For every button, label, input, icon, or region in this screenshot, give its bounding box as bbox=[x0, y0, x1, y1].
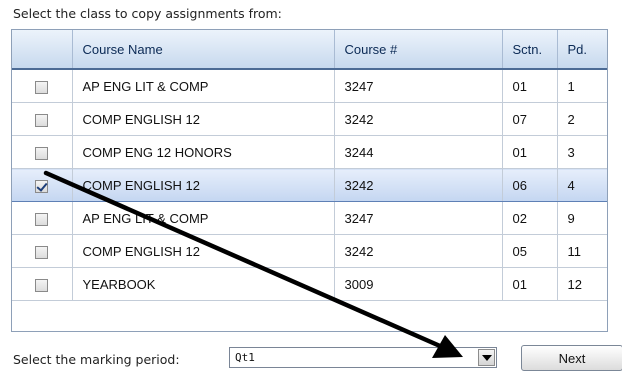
course-name-cell: AP ENG LIT & COMP bbox=[72, 69, 335, 103]
row-select-cell bbox=[12, 168, 73, 202]
period-cell: 9 bbox=[557, 201, 607, 235]
period-cell: 12 bbox=[557, 267, 607, 301]
course-name-cell: YEARBOOK bbox=[72, 267, 335, 301]
course-number-cell: 3244 bbox=[334, 135, 503, 169]
class-grid: Course Name Course # Sctn. Pd. AP ENG LI… bbox=[12, 30, 607, 301]
course-number-cell: 3247 bbox=[334, 201, 503, 235]
class-table: Course Name Course # Sctn. Pd. AP ENG LI… bbox=[11, 29, 608, 332]
row-select-cell bbox=[12, 135, 73, 169]
row-checkbox[interactable] bbox=[35, 212, 49, 226]
row-checkbox[interactable] bbox=[35, 146, 49, 160]
column-header-course-number[interactable]: Course # bbox=[334, 30, 503, 70]
course-number-cell: 3009 bbox=[334, 267, 503, 301]
row-select-cell bbox=[12, 267, 73, 301]
course-name-cell: AP ENG LIT & COMP bbox=[72, 201, 335, 235]
marking-period-select[interactable]: Qt1 bbox=[229, 347, 497, 368]
section-cell: 05 bbox=[502, 234, 558, 268]
table-row-selected[interactable]: COMP ENGLISH 12 3242 06 4 bbox=[12, 168, 607, 202]
table-row[interactable]: AP ENG LIT & COMP 3247 01 1 bbox=[12, 69, 607, 103]
section-cell: 02 bbox=[502, 201, 558, 235]
column-header-section[interactable]: Sctn. bbox=[502, 30, 558, 70]
course-name-cell: COMP ENGLISH 12 bbox=[72, 234, 335, 268]
section-cell: 07 bbox=[502, 102, 558, 136]
next-button[interactable]: Next bbox=[521, 345, 622, 371]
section-cell: 01 bbox=[502, 267, 558, 301]
period-cell: 2 bbox=[557, 102, 607, 136]
row-checkbox[interactable] bbox=[35, 80, 49, 94]
row-checkbox-checked[interactable] bbox=[35, 179, 49, 193]
table-row[interactable]: COMP ENG 12 HONORS 3244 01 3 bbox=[12, 135, 607, 169]
section-cell: 01 bbox=[502, 69, 558, 103]
course-number-cell: 3247 bbox=[334, 69, 503, 103]
period-cell: 11 bbox=[557, 234, 607, 268]
column-header-select bbox=[12, 30, 73, 70]
course-name-cell: COMP ENGLISH 12 bbox=[72, 102, 335, 136]
column-header-course-name[interactable]: Course Name bbox=[72, 30, 335, 70]
table-row[interactable]: YEARBOOK 3009 01 12 bbox=[12, 267, 607, 301]
row-select-cell bbox=[12, 69, 73, 103]
row-checkbox[interactable] bbox=[35, 113, 49, 127]
marking-period-value: Qt1 bbox=[235, 351, 255, 364]
course-number-cell: 3242 bbox=[334, 102, 503, 136]
column-header-period[interactable]: Pd. bbox=[557, 30, 607, 70]
row-select-cell bbox=[12, 102, 73, 136]
table-row[interactable]: COMP ENGLISH 12 3242 05 11 bbox=[12, 234, 607, 268]
table-row[interactable]: AP ENG LIT & COMP 3247 02 9 bbox=[12, 201, 607, 235]
row-checkbox[interactable] bbox=[35, 245, 49, 259]
section-cell: 06 bbox=[502, 168, 558, 202]
row-select-cell bbox=[12, 234, 73, 268]
row-select-cell bbox=[12, 201, 73, 235]
period-cell: 1 bbox=[557, 69, 607, 103]
header-row: Course Name Course # Sctn. Pd. bbox=[12, 30, 607, 70]
section-cell: 01 bbox=[502, 135, 558, 169]
course-number-cell: 3242 bbox=[334, 168, 503, 202]
course-name-cell: COMP ENGLISH 12 bbox=[72, 168, 335, 202]
chevron-down-icon[interactable] bbox=[478, 349, 495, 366]
row-checkbox[interactable] bbox=[35, 278, 49, 292]
instruction-text: Select the class to copy assignments fro… bbox=[13, 6, 282, 21]
course-number-cell: 3242 bbox=[334, 234, 503, 268]
period-cell: 3 bbox=[557, 135, 607, 169]
period-cell: 4 bbox=[557, 168, 607, 202]
course-name-cell: COMP ENG 12 HONORS bbox=[72, 135, 335, 169]
marking-period-label: Select the marking period: bbox=[13, 352, 180, 367]
table-row[interactable]: COMP ENGLISH 12 3242 07 2 bbox=[12, 102, 607, 136]
